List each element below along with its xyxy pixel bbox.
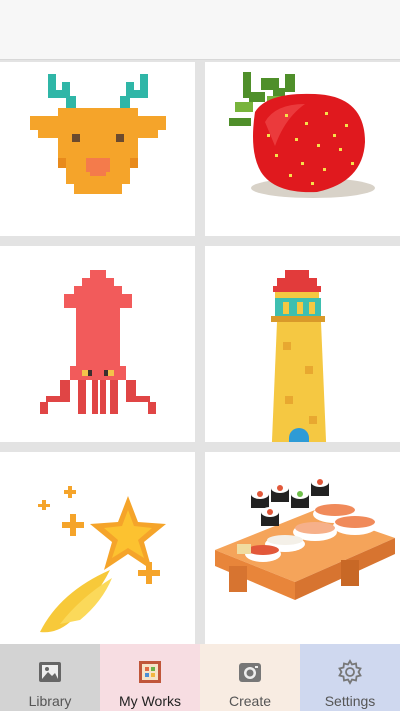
top-bar — [0, 0, 400, 60]
nav-settings-label: Settings — [324, 693, 376, 709]
nav-create-label: Create — [228, 693, 272, 709]
bottom-nav: Library My Works Create Settings — [0, 644, 400, 711]
camera-icon — [239, 663, 261, 682]
nav-create[interactable]: Create — [200, 644, 300, 711]
artwork-tile-lighthouse[interactable] — [205, 246, 400, 442]
squid-pixel-art — [40, 270, 156, 414]
gear-icon — [338, 659, 362, 685]
nav-library[interactable]: Library — [0, 644, 100, 711]
reindeer-pixel-art — [30, 74, 166, 194]
artwork-grid — [0, 62, 400, 644]
artwork-tile-shooting-star[interactable] — [0, 452, 195, 644]
nav-my-works[interactable]: My Works — [100, 644, 200, 711]
nav-my-works-label: My Works — [119, 693, 181, 709]
artwork-tile-sushi[interactable] — [205, 452, 400, 644]
lighthouse-pixel-art — [271, 270, 327, 442]
stamp-icon — [139, 661, 161, 683]
nav-settings[interactable]: Settings — [300, 644, 400, 711]
image-icon — [39, 662, 61, 682]
artwork-tile-deer[interactable] — [0, 62, 195, 236]
shooting-star-pixel-art — [38, 486, 166, 633]
artwork-tile-squid[interactable] — [0, 246, 195, 442]
strawberry-pixel-art — [229, 72, 375, 198]
artwork-tile-strawberry[interactable] — [205, 62, 400, 236]
sushi-platter-pixel-art — [215, 477, 395, 600]
nav-library-label: Library — [28, 693, 72, 709]
